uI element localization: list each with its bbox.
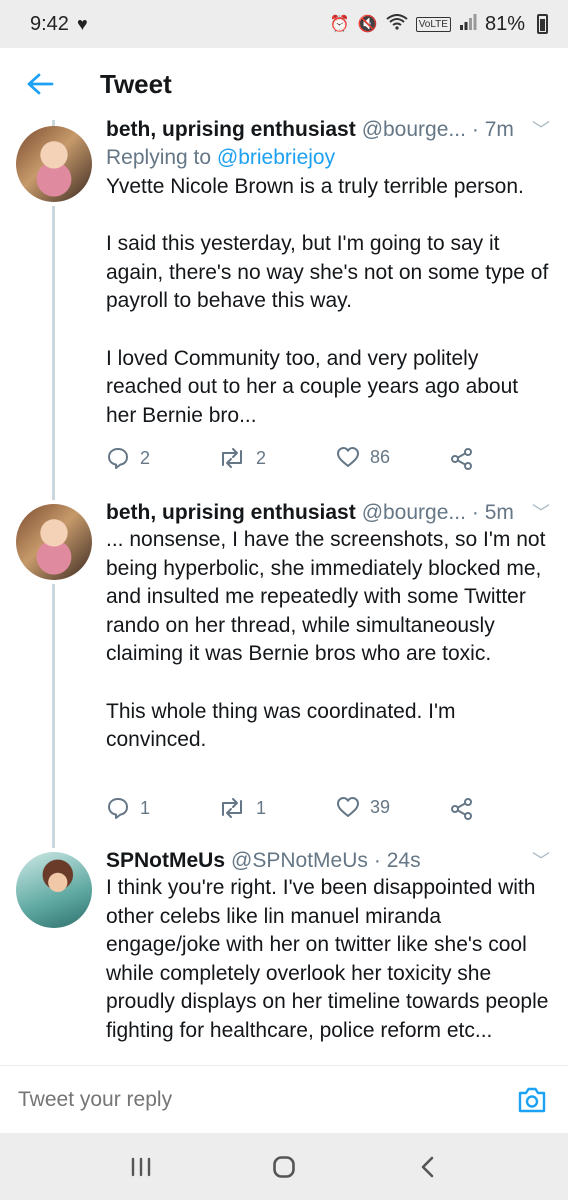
share-button[interactable] xyxy=(450,798,474,820)
author-handle: @bourge... xyxy=(361,120,466,141)
status-bar: 9:42 ♥ ⏰ 🔇 VoLTE 81% xyxy=(0,0,568,48)
recents-button[interactable] xyxy=(111,1142,171,1192)
like-button[interactable]: 39 xyxy=(336,796,390,818)
replying-prefix: Replying to xyxy=(106,146,217,169)
like-button[interactable]: 86 xyxy=(336,446,390,468)
avatar[interactable] xyxy=(16,504,92,580)
author-name[interactable]: SPNotMeUs xyxy=(106,848,225,874)
retweet-count: 1 xyxy=(256,797,267,818)
heart-icon xyxy=(337,797,359,817)
signal-icon xyxy=(459,13,477,35)
page-title: Tweet xyxy=(100,68,172,99)
retweet-icon xyxy=(222,448,242,468)
nav-back-button[interactable] xyxy=(397,1142,457,1192)
author-handle: @bourge... xyxy=(361,501,466,524)
tweet[interactable]: beth, uprising enthusiast @bourge... · 5… xyxy=(0,500,568,848)
chevron-left-icon xyxy=(421,1156,433,1177)
tweet-meta: beth, uprising enthusiast @bourge... · 5… xyxy=(106,500,550,526)
like-count: 39 xyxy=(370,796,391,817)
battery-icon xyxy=(537,14,548,34)
wifi-icon xyxy=(386,13,408,35)
camera-button[interactable] xyxy=(512,1080,552,1120)
avatar[interactable] xyxy=(16,852,92,928)
volte-icon: VoLTE xyxy=(415,16,451,32)
speech-bubble-icon xyxy=(108,448,128,469)
share-nodes-icon xyxy=(451,448,472,470)
arrow-left-icon xyxy=(27,73,54,95)
alarm-icon: ⏰ xyxy=(329,16,350,33)
chevron-down-icon[interactable]: ﹀ xyxy=(524,500,550,526)
home-button[interactable] xyxy=(254,1142,314,1192)
tweet-time: · 5m xyxy=(471,501,514,524)
author-name[interactable]: beth, uprising enthusiast xyxy=(106,500,356,526)
mention-link[interactable]: @briebriejoy xyxy=(217,146,335,169)
tweet-time: · 24s xyxy=(373,849,421,872)
author-name[interactable]: beth, uprising enthusiast xyxy=(106,120,356,143)
tweet[interactable]: beth, uprising enthusiast @bourge... · 7… xyxy=(0,120,568,500)
tweet-meta: beth, uprising enthusiast @bourge... · 7… xyxy=(106,120,550,143)
avatar[interactable] xyxy=(16,126,92,202)
camera-icon xyxy=(518,1087,546,1112)
reply-composer xyxy=(0,1065,568,1133)
reply-button[interactable]: 2 xyxy=(106,446,150,470)
status-icons: ⏰ 🔇 VoLTE 81% xyxy=(330,13,548,36)
tweet-meta: SPNotMeUs @SPNotMeUs · 24s ﹀ xyxy=(106,848,550,874)
retweet-button[interactable]: 2 xyxy=(218,446,266,470)
heart-icon xyxy=(337,447,359,467)
home-icon xyxy=(273,1155,295,1178)
back-button[interactable] xyxy=(10,54,70,114)
chevron-down-icon[interactable]: ﹀ xyxy=(524,120,550,143)
share-nodes-icon xyxy=(451,798,472,820)
reply-count: 1 xyxy=(140,797,151,818)
tweet-time: · 7m xyxy=(471,120,514,141)
reply-count: 2 xyxy=(140,447,151,468)
speech-bubble-icon xyxy=(108,798,128,819)
heart-notification-icon: ♥ xyxy=(76,13,88,34)
tweet-text: Yvette Nicole Brown is a truly terrible … xyxy=(106,175,549,427)
tweet[interactable]: SPNotMeUs @SPNotMeUs · 24s ﹀ I think you… xyxy=(0,848,568,1065)
retweet-count: 2 xyxy=(256,447,267,468)
status-time: 9:42 xyxy=(30,12,69,35)
android-nav-bar xyxy=(0,1133,568,1200)
replying-to: Replying to @briebriejoy xyxy=(106,143,550,173)
share-button[interactable] xyxy=(450,448,474,470)
tweet-text: I think you're right. I've been disappoi… xyxy=(106,876,549,1042)
battery-percent: 81% xyxy=(484,12,525,35)
like-count: 86 xyxy=(370,446,391,467)
author-handle: @SPNotMeUs xyxy=(231,849,368,872)
mute-icon: 🔇 xyxy=(357,16,378,33)
chevron-down-icon[interactable]: ﹀ xyxy=(524,848,550,874)
tweet-thread[interactable]: beth, uprising enthusiast @bourge... · 7… xyxy=(0,120,568,1065)
reply-input[interactable] xyxy=(18,1087,289,1112)
top-bar: Tweet xyxy=(0,48,568,120)
reply-button[interactable]: 1 xyxy=(106,796,150,820)
retweet-icon xyxy=(222,798,242,818)
recent-apps-icon xyxy=(132,1157,151,1176)
tweet-text: ... nonsense, I have the screenshots, so… xyxy=(106,528,546,752)
retweet-button[interactable]: 1 xyxy=(218,796,266,820)
